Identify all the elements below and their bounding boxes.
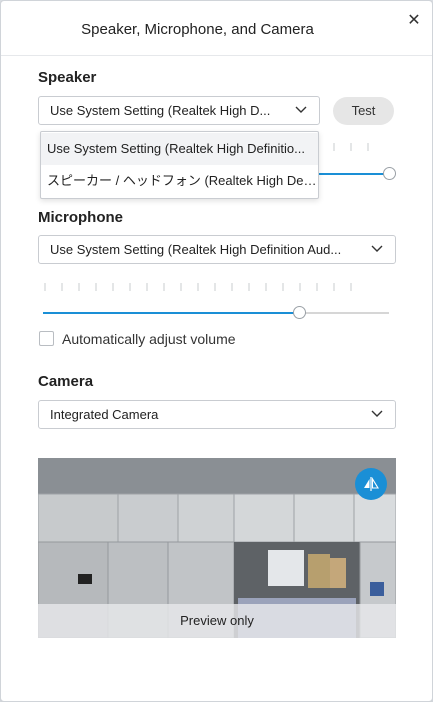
auto-adjust-volume-checkbox[interactable] (39, 331, 54, 346)
mirror-flip-icon[interactable] (355, 468, 387, 500)
camera-select-value: Integrated Camera (50, 407, 159, 422)
chevron-down-icon (371, 245, 383, 252)
preview-only-label: Preview only (180, 613, 254, 628)
mirror-flip-glyph (364, 477, 379, 491)
microphone-select[interactable]: Use System Setting (Realtek High Definit… (38, 235, 396, 264)
camera-preview: Preview only (38, 458, 396, 638)
speaker-test-button[interactable]: Test (333, 97, 394, 125)
speaker-option-system[interactable]: Use System Setting (Realtek High Definit… (41, 133, 318, 165)
auto-adjust-volume-label: Automatically adjust volume (62, 331, 236, 347)
microphone-volume-thumb[interactable] (292, 306, 306, 319)
speaker-label: Speaker (38, 69, 97, 86)
microphone-select-value: Use System Setting (Realtek High Definit… (50, 242, 342, 257)
speaker-dropdown-list: Use System Setting (Realtek High Definit… (40, 131, 319, 199)
microphone-level-meter (44, 283, 352, 291)
speaker-select[interactable]: Use System Setting (Realtek High D... (38, 96, 320, 125)
camera-select[interactable]: Integrated Camera (38, 400, 396, 429)
close-icon[interactable]: ✕ (404, 11, 424, 31)
dialog-titlebar: Speaker, Microphone, and Camera ✕ (1, 1, 432, 56)
speaker-option-headphones[interactable]: スピーカー / ヘッドフォン (Realtek High Definiti... (41, 165, 318, 197)
camera-label: Camera (38, 373, 94, 390)
chevron-down-icon (371, 410, 383, 417)
dialog-title: Speaker, Microphone, and Camera (81, 21, 314, 38)
speaker-volume-thumb[interactable] (382, 167, 396, 180)
speaker-select-value: Use System Setting (Realtek High D... (50, 103, 271, 118)
audio-video-settings-dialog: Speaker, Microphone, and Camera ✕ Speake… (0, 0, 433, 702)
chevron-down-icon (295, 106, 307, 113)
microphone-volume-fill (43, 312, 300, 314)
preview-caption-bar: Preview only (38, 604, 396, 638)
microphone-label: Microphone (38, 209, 123, 226)
